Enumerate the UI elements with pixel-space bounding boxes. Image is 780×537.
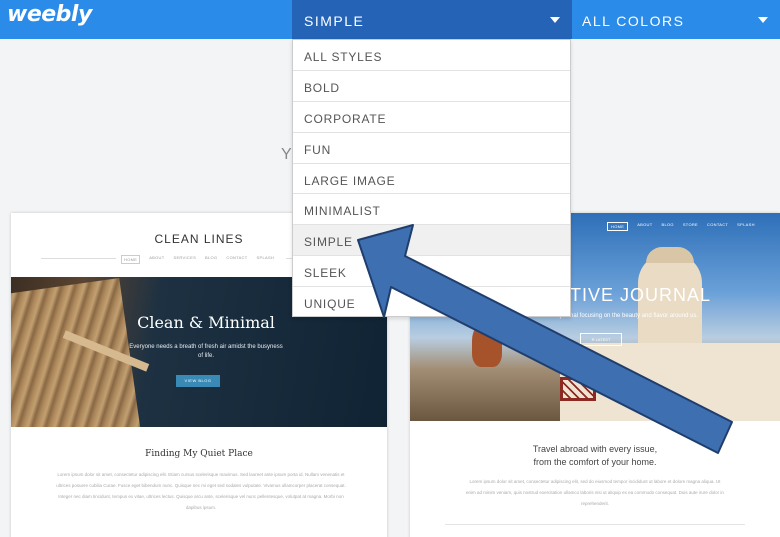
section-title: Finding My Quiet Place: [145, 449, 253, 459]
body-text: Lorem ipsum dolor sit amet, consectetur …: [466, 479, 724, 506]
style-filter-dropdown[interactable]: SIMPLE: [292, 0, 572, 39]
tagline-line: Travel abroad with every issue,: [532, 444, 658, 454]
view-blog-button: VIEW BLOG: [176, 375, 220, 387]
theme-nav: HOME ABOUT SERVICES BLOG CONTACT SPLASH: [121, 255, 274, 264]
theme-nav-item: SPLASH: [256, 255, 275, 260]
theme-nav-item: CONTACT: [226, 255, 248, 260]
theme-nav-item: SERVICES: [173, 255, 197, 260]
railing-image: [560, 377, 596, 401]
style-dropdown-menu: ALL STYLES BOLD CORPORATE FUN LARGE IMAG…: [292, 39, 571, 317]
latest-button: R LATEST: [580, 333, 622, 346]
dropdown-item-bold[interactable]: BOLD: [293, 71, 570, 102]
theme-nav-item: ABOUT: [149, 255, 165, 260]
dropdown-item-fun[interactable]: FUN: [293, 133, 570, 164]
dropdown-item-simple[interactable]: SIMPLE: [293, 225, 570, 257]
top-bar: weebly SIMPLE ALL COLORS: [0, 0, 780, 39]
dropdown-item-minimalist[interactable]: MINIMALIST: [293, 194, 570, 226]
theme-nav-item: CONTACT: [707, 222, 729, 227]
hero-title: Clean & Minimal: [137, 313, 275, 332]
hero-subtitle: journal focusing on the beauty and flavo…: [560, 313, 699, 319]
dropdown-item-corporate[interactable]: CORPORATE: [293, 102, 570, 133]
pot-image: [472, 323, 502, 367]
divider: [41, 258, 116, 259]
theme-nav-item: HOME: [607, 222, 629, 231]
dropdown-item-unique[interactable]: UNIQUE: [293, 287, 570, 318]
divider: [445, 524, 745, 525]
windmill-roof: [646, 247, 694, 263]
theme-nav-item: SPLASH: [737, 222, 755, 227]
color-filter-value: ALL COLORS: [582, 13, 685, 29]
body-text: Lorem ipsum dolor sit amet, consectetur …: [56, 472, 346, 510]
theme-nav-item: HOME: [121, 255, 141, 264]
style-filter-value: SIMPLE: [304, 13, 365, 29]
theme-nav: HOME ABOUT BLOG STORE CONTACT SPLASH: [607, 222, 755, 231]
chevron-down-icon: [550, 17, 560, 23]
dropdown-item-all-styles[interactable]: ALL STYLES: [293, 40, 570, 71]
hero-title: TIVE JOURNAL: [570, 285, 712, 305]
chevron-down-icon: [758, 17, 768, 23]
color-filter-dropdown[interactable]: ALL COLORS: [572, 0, 780, 39]
theme-nav-item: STORE: [682, 222, 699, 227]
dropdown-item-large-image[interactable]: LARGE IMAGE: [293, 164, 570, 195]
weebly-logo[interactable]: weebly: [7, 2, 92, 27]
theme-nav-item: BLOG: [205, 255, 218, 260]
theme-nav-item: BLOG: [661, 222, 674, 227]
dropdown-item-sleek[interactable]: SLEEK: [293, 256, 570, 288]
page-heading: Y: [281, 146, 292, 163]
tagline-line: from the comfort of your home.: [533, 457, 657, 467]
theme-nav-item: ABOUT: [637, 222, 653, 227]
hero-subtitle: Everyone needs a breath of fresh air ami…: [129, 344, 283, 359]
